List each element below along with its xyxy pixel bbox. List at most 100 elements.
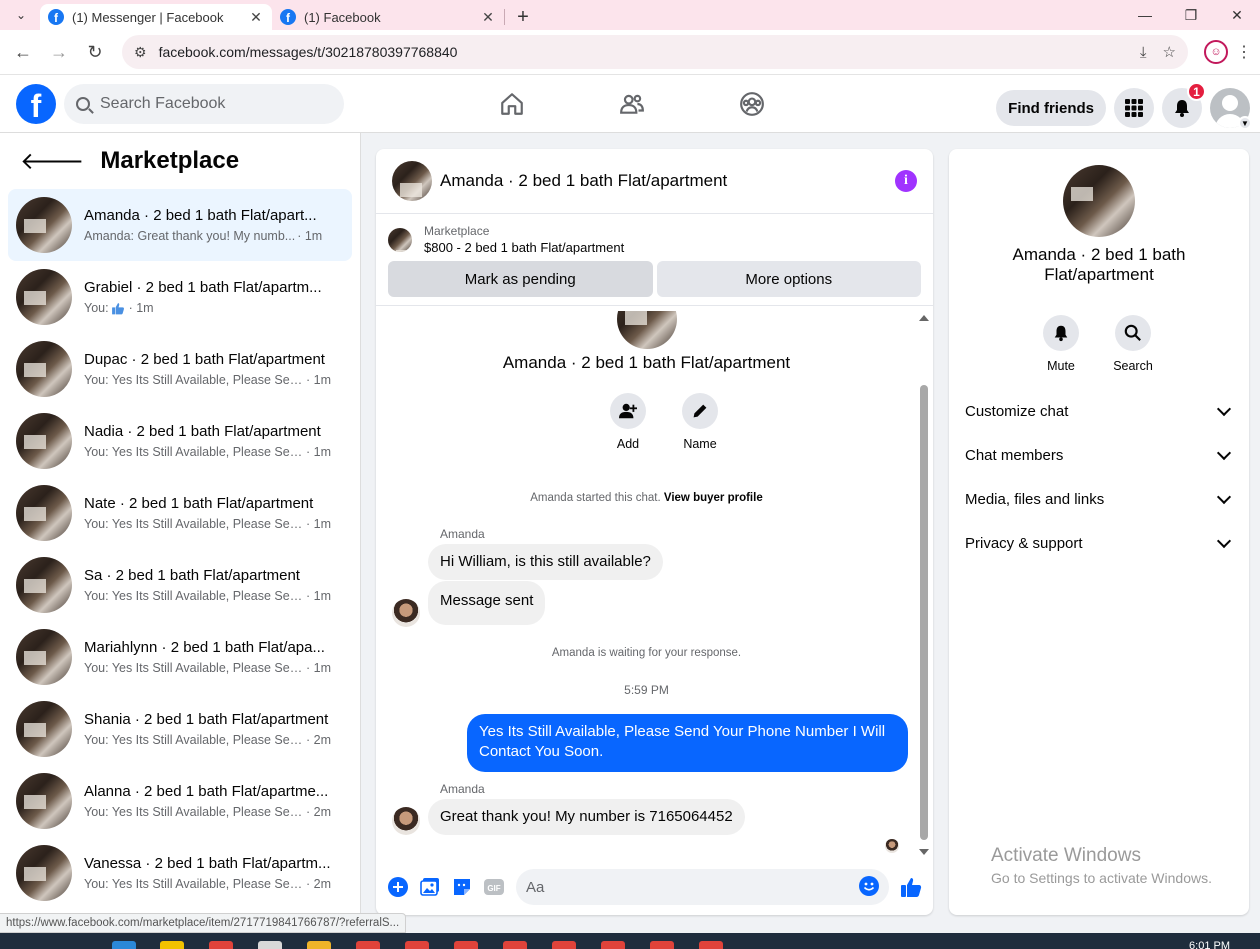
conversation-item[interactable]: Amanda · 2 bed 1 bath Flat/apart... Amand…	[8, 189, 352, 261]
taskbar-app-icon[interactable]	[112, 941, 136, 949]
back-arrow-icon[interactable]: 🡐	[20, 146, 84, 176]
message-thread: Amanda · 2 bed 1 bath Flat/apartment Add…	[376, 311, 933, 859]
edit-name-button[interactable]: Name	[664, 393, 736, 451]
bookmark-star-icon[interactable]: ☆	[1163, 43, 1176, 61]
thread-scrollbar[interactable]	[919, 315, 929, 855]
media-files-links-section[interactable]: Media, files and links	[965, 479, 1235, 519]
snippet-time: · 1m	[297, 229, 323, 243]
taskbar-chrome-icon[interactable]	[552, 941, 576, 949]
browser-profile-icon[interactable]: ☺	[1204, 40, 1228, 64]
add-people-button[interactable]: Add	[592, 393, 664, 451]
taskbar-folder-icon[interactable]	[307, 941, 331, 949]
browser-tab-messenger[interactable]: f (1) Messenger | Facebook ✕	[40, 4, 272, 30]
taskbar-chrome-icon[interactable]	[405, 941, 429, 949]
url-text[interactable]: facebook.com/messages/t/3021878039776884…	[159, 44, 1124, 60]
restore-icon[interactable]: ❐	[1168, 7, 1214, 24]
conversation-text: Vanessa · 2 bed 1 bath Flat/apartm... You…	[84, 855, 344, 891]
address-toolbar: ← → ↻ ⚙ facebook.com/messages/t/30218780…	[0, 30, 1260, 75]
privacy-support-section[interactable]: Privacy & support	[965, 523, 1235, 563]
browser-tab-facebook[interactable]: f (1) Facebook ✕	[272, 4, 504, 30]
conversation-item[interactable]: Vanessa · 2 bed 1 bath Flat/apartm... You…	[8, 837, 352, 909]
incoming-message[interactable]: Great thank you! My number is 7165064452	[428, 799, 745, 835]
conversation-item[interactable]: Shania · 2 bed 1 bath Flat/apartment You:…	[8, 693, 352, 765]
back-arrow-icon[interactable]: ←	[8, 37, 38, 67]
conversation-item[interactable]: Sa · 2 bed 1 bath Flat/apartment You: Yes…	[8, 549, 352, 621]
view-buyer-profile-link[interactable]: View buyer profile	[664, 492, 763, 504]
taskbar-chrome-icon[interactable]	[503, 941, 527, 949]
scroll-up-icon[interactable]	[919, 315, 929, 321]
account-menu[interactable]: ▼	[1210, 88, 1252, 130]
emoji-icon[interactable]	[859, 875, 879, 899]
taskbar-chrome-icon[interactable]	[209, 941, 233, 949]
customize-chat-section[interactable]: Customize chat	[965, 391, 1235, 431]
conversation-item[interactable]: Mariahlynn · 2 bed 1 bath Flat/apa... You…	[8, 621, 352, 693]
listing-price: $800 - 2 bed 1 bath Flat/apartment	[424, 240, 625, 255]
conversation-item[interactable]: Nadia · 2 bed 1 bath Flat/apartment You: …	[8, 405, 352, 477]
conversation-item[interactable]: Grabiel · 2 bed 1 bath Flat/apartm... You…	[8, 261, 352, 333]
message-input[interactable]	[526, 878, 859, 896]
home-nav-icon[interactable]	[472, 84, 552, 124]
install-app-icon[interactable]: ⤓	[1140, 44, 1147, 61]
chat-members-section[interactable]: Chat members	[965, 435, 1235, 475]
menu-grid-icon[interactable]	[1114, 88, 1154, 128]
site-settings-icon[interactable]: ⚙	[134, 44, 147, 61]
chat-title[interactable]: Amanda · 2 bed 1 bath Flat/apartment	[440, 171, 895, 191]
chat-panel: Amanda · 2 bed 1 bath Flat/apartment i M…	[376, 149, 933, 915]
listing-thumbnail	[16, 269, 72, 325]
new-tab-plus-icon[interactable]: +	[509, 4, 537, 30]
chevron-down-icon[interactable]: ▼	[1238, 116, 1252, 130]
search-input[interactable]	[100, 95, 320, 113]
taskbar-app-icon[interactable]	[258, 941, 282, 949]
taskbar-chrome-icon[interactable]	[650, 941, 674, 949]
scroll-down-icon[interactable]	[919, 849, 929, 855]
incoming-message[interactable]: Hi William, is this still available?	[428, 544, 663, 580]
scrollbar-thumb[interactable]	[920, 385, 928, 840]
facebook-search-box[interactable]	[64, 84, 344, 124]
close-window-icon[interactable]: ✕	[1214, 7, 1260, 24]
notifications-bell-icon[interactable]: 1	[1162, 82, 1206, 128]
find-friends-button[interactable]: Find friends	[996, 90, 1106, 126]
sender-avatar[interactable]	[392, 599, 420, 627]
photo-icon[interactable]	[414, 871, 446, 903]
plus-circle-icon[interactable]	[382, 871, 414, 903]
browser-menu-icon[interactable]: ⋮	[1236, 42, 1252, 62]
sticker-icon[interactable]	[446, 871, 478, 903]
tab-list-chevron-icon[interactable]: ⌄	[6, 4, 36, 26]
more-options-button[interactable]: More options	[656, 261, 921, 297]
facebook-favicon-icon: f	[48, 9, 64, 25]
facebook-logo-icon[interactable]: f	[16, 84, 56, 124]
minimize-icon[interactable]: —	[1122, 7, 1168, 23]
conversation-item[interactable]: Nate · 2 bed 1 bath Flat/apartment You: Y…	[8, 477, 352, 549]
friends-nav-icon[interactable]	[592, 84, 672, 124]
listing-thumbnail[interactable]	[392, 161, 432, 201]
info-icon[interactable]: i	[895, 170, 917, 192]
close-tab-icon[interactable]: ✕	[480, 9, 496, 26]
conversation-text: Shania · 2 bed 1 bath Flat/apartment You:…	[84, 711, 344, 747]
incoming-message[interactable]: Message sent	[428, 581, 546, 625]
outgoing-message[interactable]: Yes Its Still Available, Please Send You…	[467, 714, 908, 772]
gif-icon[interactable]: GIF	[478, 871, 510, 903]
close-tab-icon[interactable]: ✕	[248, 9, 264, 26]
message-input-box[interactable]	[516, 869, 889, 905]
search-in-chat-button[interactable]: Search	[1097, 315, 1169, 373]
taskbar-app-icon[interactable]	[160, 941, 184, 949]
mark-pending-button[interactable]: Mark as pending	[388, 261, 653, 297]
listing-thumbnail[interactable]	[1063, 165, 1135, 237]
conversation-item[interactable]: Dupac · 2 bed 1 bath Flat/apartment You: …	[8, 333, 352, 405]
conversation-item[interactable]: Alanna · 2 bed 1 bath Flat/apartme... You…	[8, 765, 352, 837]
taskbar-chrome-icon[interactable]	[601, 941, 625, 949]
groups-nav-icon[interactable]	[712, 84, 792, 124]
tab-title: (1) Facebook	[304, 9, 381, 25]
chevron-down-icon	[1216, 401, 1232, 417]
taskbar-chrome-icon[interactable]	[699, 941, 723, 949]
name-label: Name	[683, 437, 717, 451]
listing-summary[interactable]: Marketplace $800 - 2 bed 1 bath Flat/apa…	[388, 224, 921, 255]
forward-arrow-icon[interactable]: →	[44, 37, 74, 67]
thumbs-up-icon[interactable]	[895, 871, 927, 903]
mute-button[interactable]: Mute	[1025, 315, 1097, 373]
taskbar-chrome-icon[interactable]	[454, 941, 478, 949]
reload-icon[interactable]: ↻	[80, 37, 110, 67]
sender-avatar[interactable]	[392, 807, 420, 835]
omnibox[interactable]: ⚙ facebook.com/messages/t/30218780397768…	[122, 35, 1188, 69]
taskbar-chrome-icon[interactable]	[356, 941, 380, 949]
